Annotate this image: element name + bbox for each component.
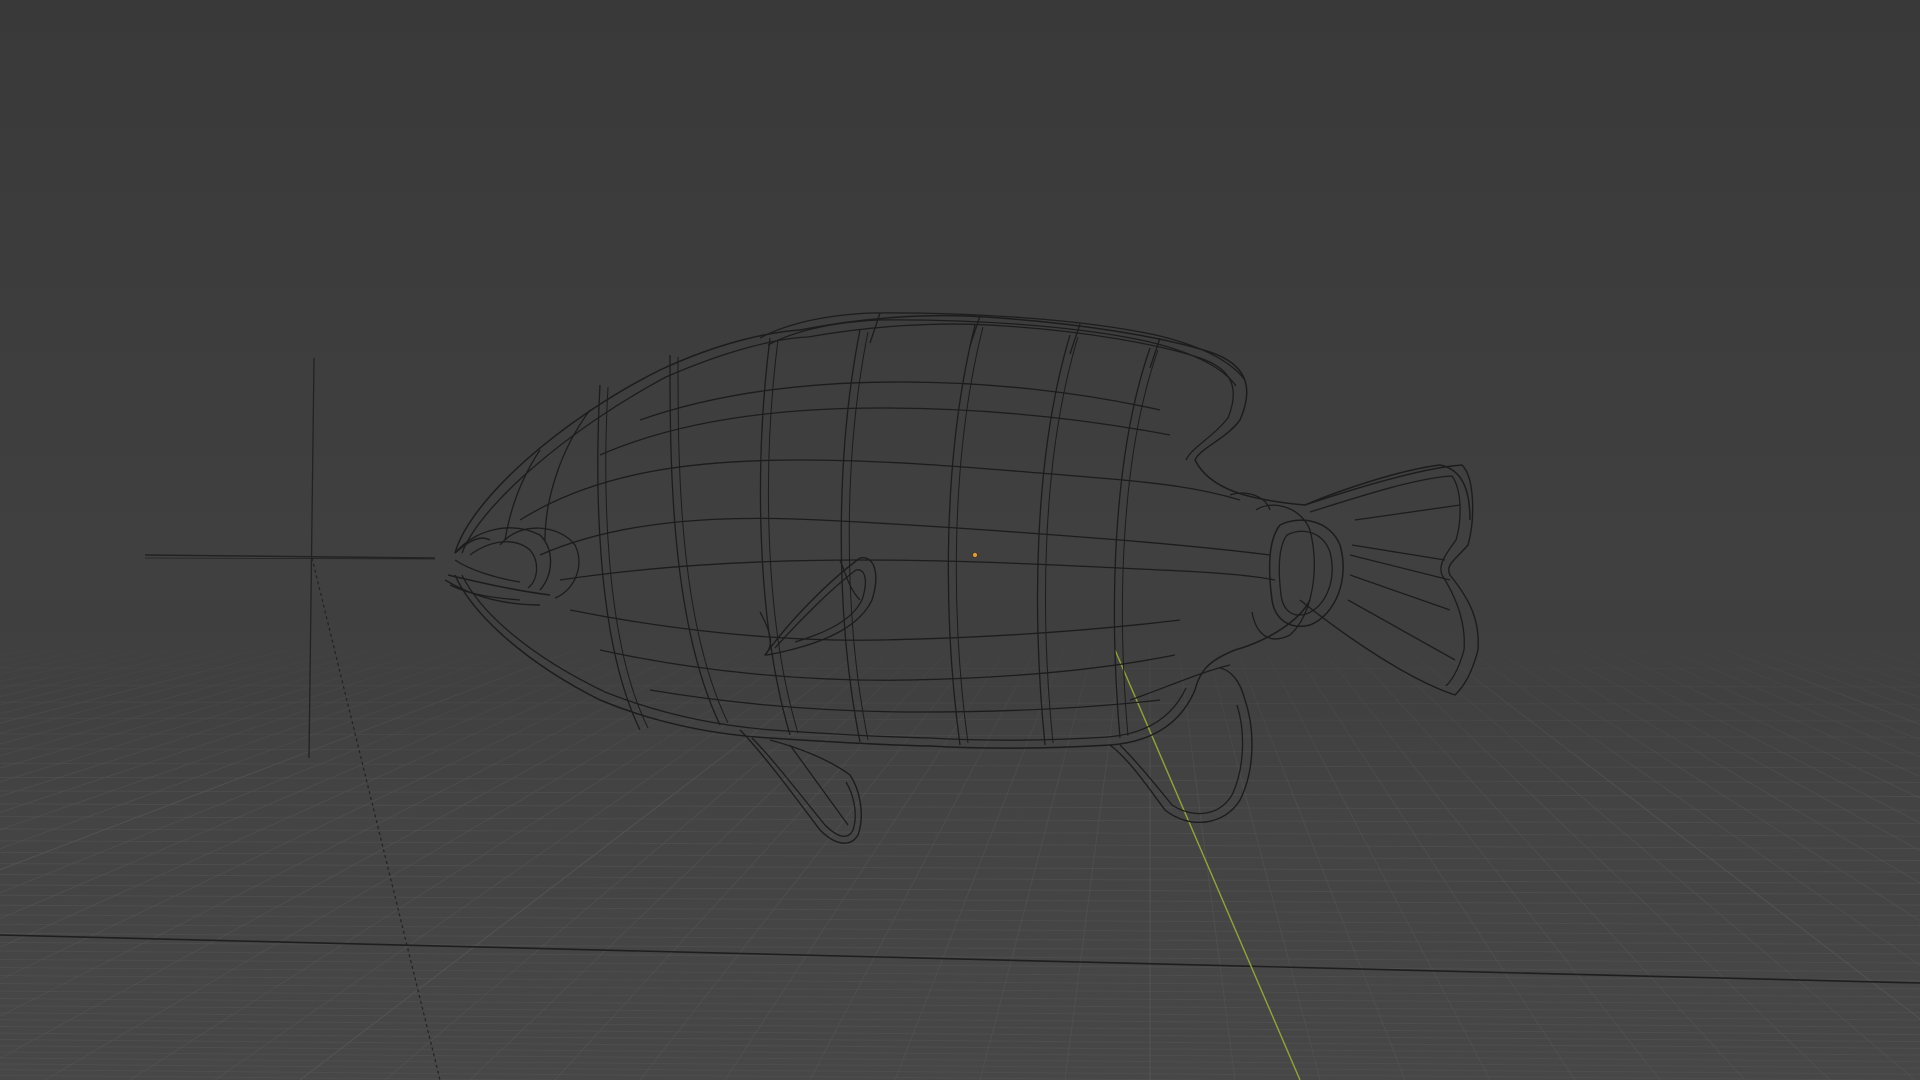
grid-line	[0, 1026, 1920, 1043]
grid-line	[0, 816, 1920, 824]
grid-line	[0, 1012, 1920, 1028]
peduncle-edge	[1229, 492, 1271, 511]
object-origin-icon[interactable]	[972, 552, 978, 558]
grid-line	[0, 828, 1920, 837]
grid-line	[0, 884, 1920, 895]
grid-line	[0, 932, 1920, 946]
viewport-canvas[interactable]	[0, 0, 1920, 1080]
grid-line	[0, 840, 1920, 850]
grid-fade	[0, 600, 1920, 800]
grid-line	[0, 923, 1920, 936]
dorsal-ridge-inner	[767, 319, 1237, 387]
3d-viewport[interactable]	[0, 0, 1920, 1080]
grid-line	[0, 1039, 1920, 1056]
edge-loop-1	[519, 459, 1241, 521]
grid-line	[0, 1005, 1920, 1021]
tail-ray	[1354, 504, 1461, 521]
grid-line	[0, 998, 1920, 1013]
edge-loop-2	[539, 517, 1271, 556]
empty-x	[144, 554, 436, 559]
grid-line	[0, 803, 1920, 811]
tail-ray	[1351, 544, 1446, 561]
grid-line	[0, 1032, 1920, 1049]
grid-line	[0, 851, 1920, 862]
grid-line	[0, 990, 1920, 1006]
head-cheek-inner	[469, 541, 538, 589]
grid-line	[0, 975, 1920, 990]
grid-line	[0, 863, 1920, 873]
grid-line	[0, 873, 1920, 884]
x-axis-line	[0, 934, 1920, 984]
dorsal-seg-2	[1069, 323, 1081, 355]
grid-line	[0, 1045, 1920, 1063]
head-vert-loop-2	[544, 409, 591, 541]
grid-line	[0, 982, 1920, 998]
grid-line	[0, 894, 1920, 906]
eye-loop	[499, 527, 580, 599]
grid-line	[0, 941, 1920, 955]
edge-loop-upper	[599, 407, 1171, 456]
grid-line	[0, 1019, 1920, 1036]
edge-loop-upper-2	[639, 381, 1161, 421]
edge-loop-3	[559, 559, 1276, 581]
dorsal-seg-1	[969, 315, 981, 347]
grid-line	[0, 914, 1920, 926]
